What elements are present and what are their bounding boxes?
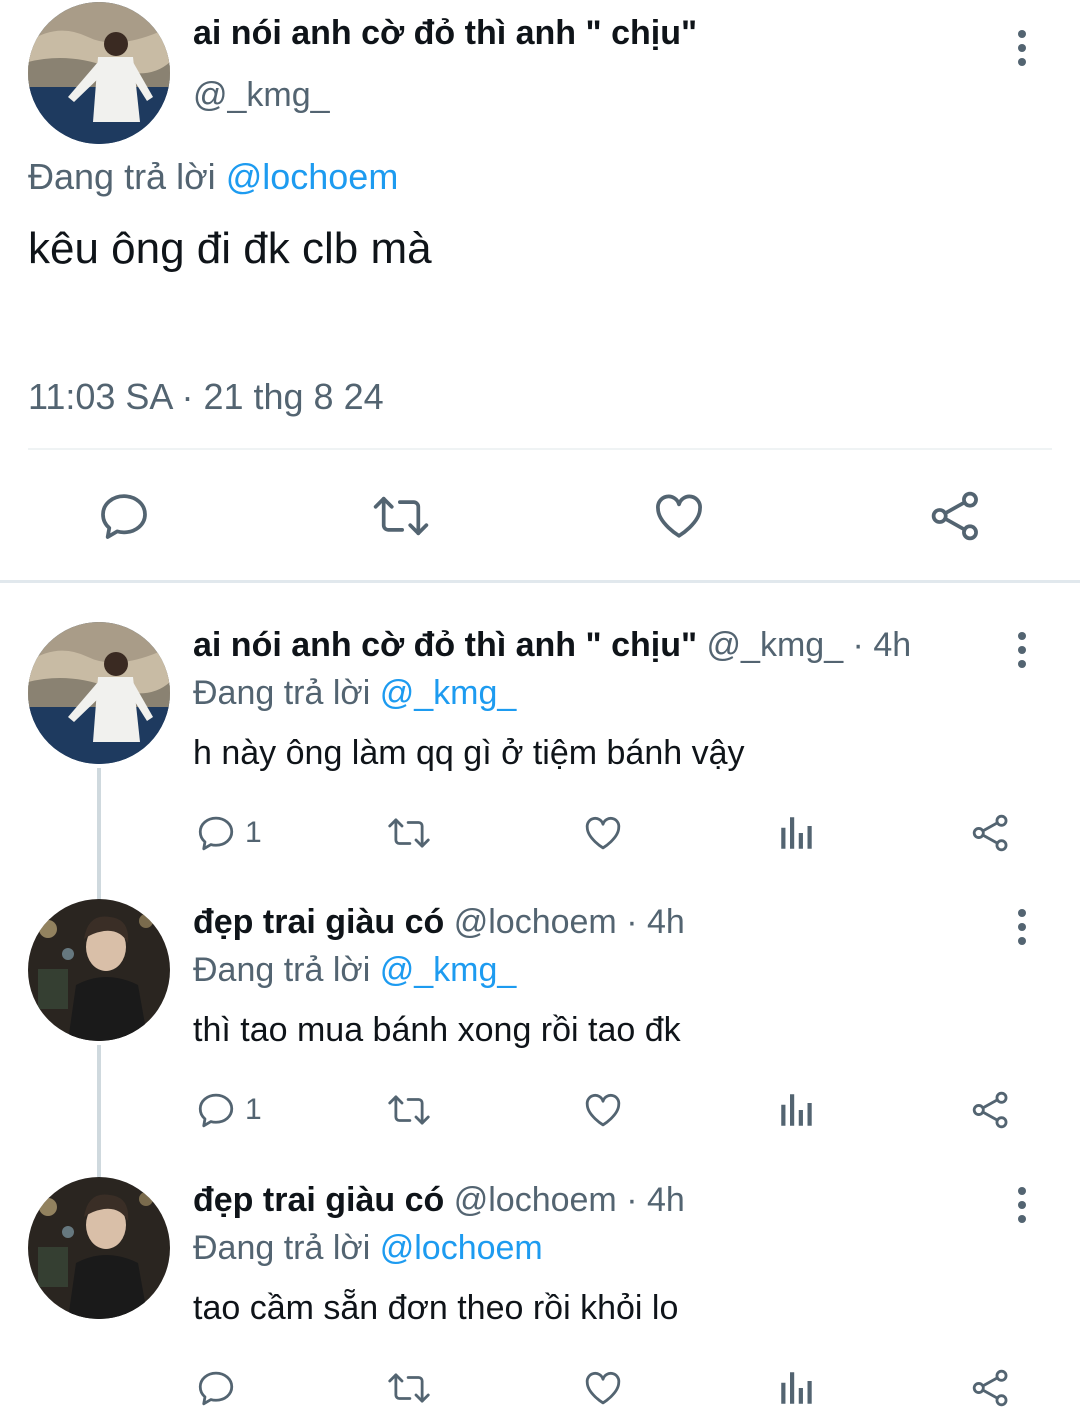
replying-to: Đang trả lời @lochoem [193,1229,543,1268]
share-button[interactable] [970,1363,1012,1413]
like-icon [582,1089,624,1131]
avatar[interactable] [28,2,170,144]
views-button[interactable] [776,808,818,858]
replying-label: Đang trả lời [28,156,216,197]
replying-label: Đang trả lời [193,951,371,989]
divider [28,448,1052,450]
retweet-icon [386,1367,432,1409]
reply-icon [195,1367,237,1409]
like-icon [582,1367,624,1409]
display-name[interactable]: đẹp trai giàu có [193,903,444,941]
share-icon [970,1089,1012,1131]
share-button[interactable] [970,808,1012,858]
more-options-icon[interactable] [1002,1185,1042,1225]
like-button[interactable] [582,808,624,858]
views-button[interactable] [776,1363,818,1413]
reply-button[interactable]: 1 [195,1085,262,1135]
reply-icon [195,812,237,854]
replying-to: Đang trả lời @_kmg_ [193,674,516,713]
avatar[interactable] [28,1177,170,1319]
reply-tweet[interactable]: đẹp trai giàu có @lochoem · 4h Đang trả … [0,899,1080,1177]
retweet-icon[interactable] [371,486,431,546]
reply-header: đẹp trai giàu có @lochoem · 4h [193,903,685,942]
more-options-icon[interactable] [1002,907,1042,947]
handle-and-time[interactable]: @_kmg_ · 4h [707,626,912,664]
tweet-actions [0,1363,1080,1413]
reply-button[interactable]: 1 [195,808,262,858]
handle-and-time[interactable]: @lochoem · 4h [454,1181,685,1219]
retweet-icon [386,812,432,854]
mention-link[interactable]: @lochoem [226,156,399,197]
like-button[interactable] [582,1363,624,1413]
share-icon [970,1367,1012,1409]
more-options-icon[interactable] [1002,28,1042,68]
reply-header: đẹp trai giàu có @lochoem · 4h [193,1181,685,1220]
retweet-icon [386,1089,432,1131]
more-options-icon[interactable] [1002,630,1042,670]
avatar[interactable] [28,622,170,764]
tweet-text: tao cầm sẵn đơn theo rồi khỏi lo [193,1289,679,1327]
mention-link[interactable]: @lochoem [380,1229,543,1267]
share-icon[interactable] [926,486,986,546]
replying-label: Đang trả lời [193,674,371,712]
replying-to: Đang trả lời @lochoem [28,156,398,198]
tweet-actions: 1 [0,808,1080,858]
replying-to: Đang trả lời @_kmg_ [193,951,516,990]
handle-and-time[interactable]: @lochoem · 4h [454,903,685,941]
display-name[interactable]: ai nói anh cờ đỏ thì anh " chịu" [193,626,697,664]
like-button[interactable] [582,1085,624,1135]
analytics-icon [776,812,818,854]
reply-tweet[interactable]: ai nói anh cờ đỏ thì anh " chịu" @_kmg_ … [0,622,1080,900]
reply-icon [195,1089,237,1131]
views-button[interactable] [776,1085,818,1135]
replying-label: Đang trả lời [193,1229,371,1267]
user-handle[interactable]: @_kmg_ [193,76,330,115]
like-icon[interactable] [649,486,709,546]
mention-link[interactable]: @_kmg_ [380,951,517,989]
share-button[interactable] [970,1085,1012,1135]
reply-count: 1 [245,816,262,849]
display-name[interactable]: đẹp trai giàu có [193,1181,444,1219]
share-icon [970,812,1012,854]
section-divider [0,580,1080,583]
like-icon [582,812,624,854]
tweet-timestamp[interactable]: 11:03 SA · 21 thg 8 24 [28,376,384,418]
retweet-button[interactable] [386,1363,432,1413]
analytics-icon [776,1367,818,1409]
mention-link[interactable]: @_kmg_ [380,674,517,712]
reply-icon[interactable] [94,486,154,546]
reply-header: ai nói anh cờ đỏ thì anh " chịu" @_kmg_ … [193,626,911,665]
retweet-button[interactable] [386,1085,432,1135]
tweet-text: thì tao mua bánh xong rồi tao đk [193,1011,681,1049]
display-name[interactable]: ai nói anh cờ đỏ thì anh " chịu" [193,14,697,53]
main-tweet: ai nói anh cờ đỏ thì anh " chịu" @_kmg_ … [0,0,1080,583]
reply-button[interactable] [195,1363,245,1413]
analytics-icon [776,1089,818,1131]
retweet-button[interactable] [386,808,432,858]
reply-count: 1 [245,1093,262,1126]
reply-tweet[interactable]: đẹp trai giàu có @lochoem · 4h Đang trả … [0,1177,1080,1423]
tweet-text: kêu ông đi đk clb mà [28,224,432,273]
tweet-text: h này ông làm qq gì ở tiệm bánh vậy [193,734,745,772]
avatar[interactable] [28,899,170,1041]
tweet-actions: 1 [0,1085,1080,1135]
